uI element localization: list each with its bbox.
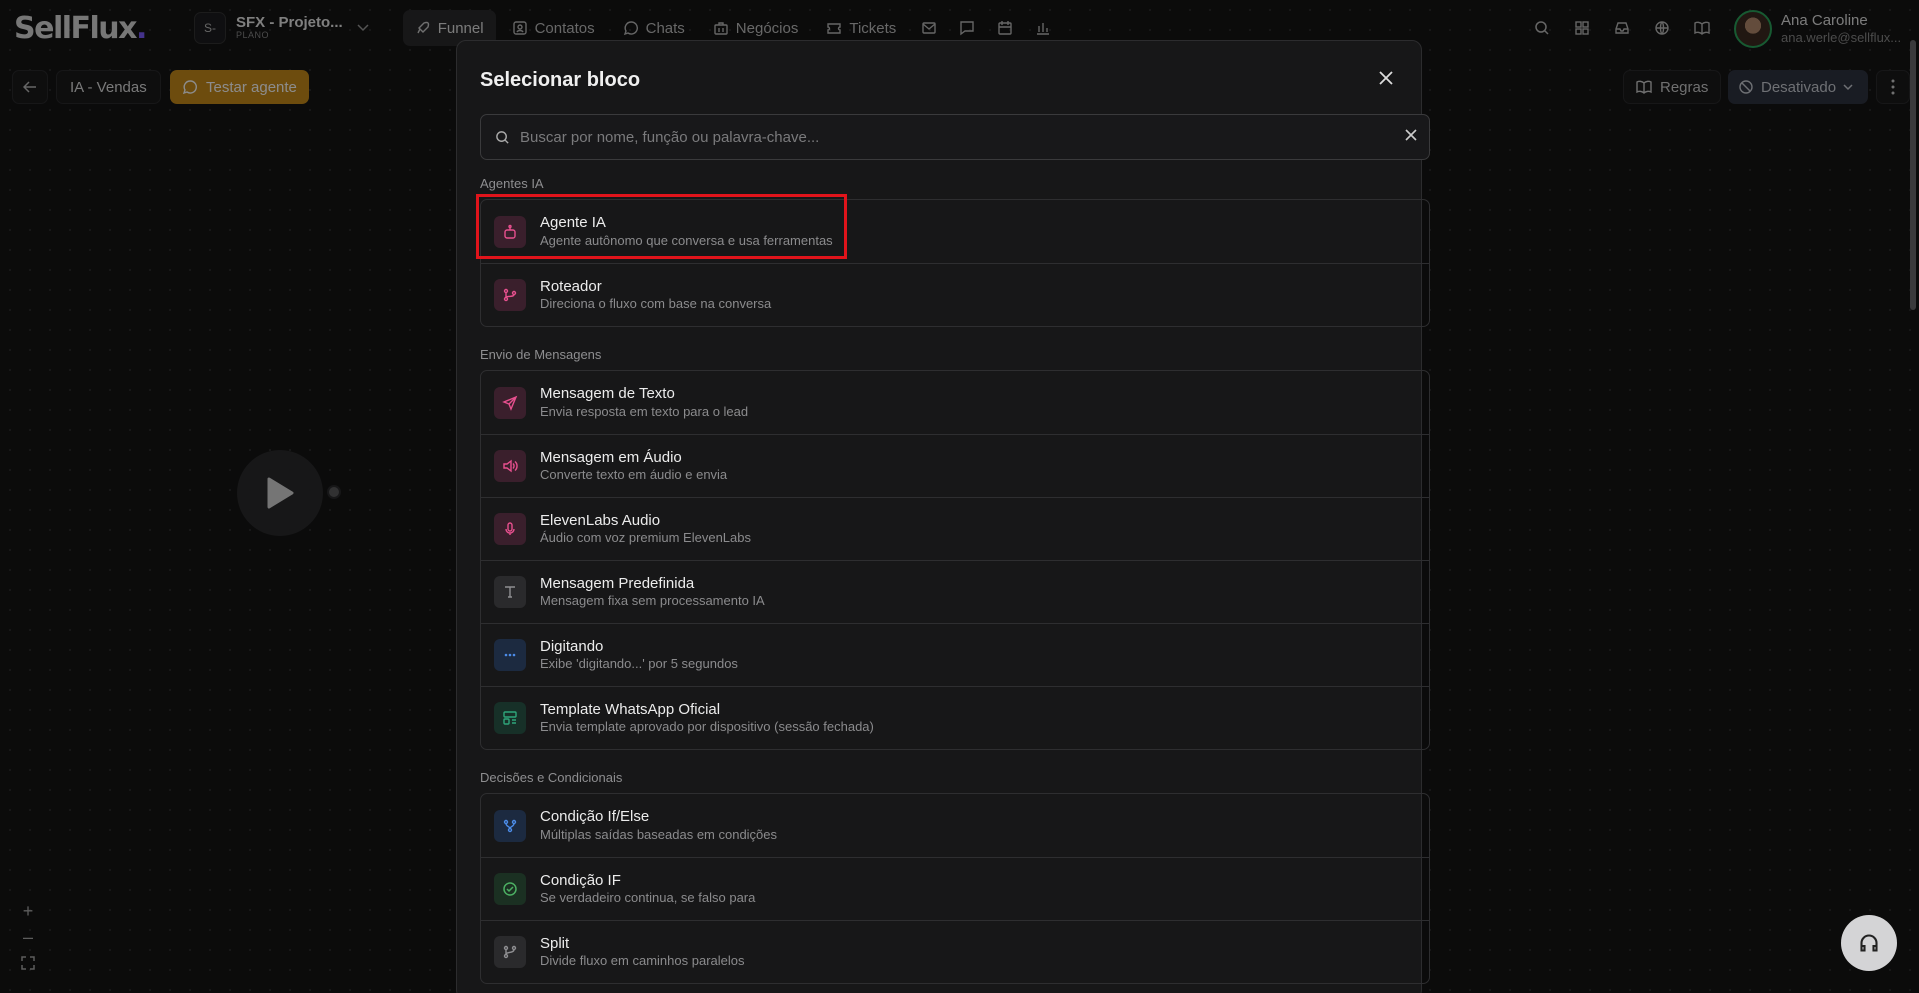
block-roteador[interactable]: Roteador Direciona o fluxo com base na c… xyxy=(481,263,1429,326)
block-desc: Direciona o fluxo com base na conversa xyxy=(540,296,772,312)
section-label-agentes: Agentes IA xyxy=(480,176,544,191)
block-desc: Divide fluxo em caminhos paralelos xyxy=(540,953,745,969)
section-label-decisoes: Decisões e Condicionais xyxy=(480,770,623,785)
block-mensagem-audio[interactable]: Mensagem em Áudio Converte texto em áudi… xyxy=(481,434,1429,497)
modal-title: Selecionar bloco xyxy=(480,69,641,91)
block-title: Digitando xyxy=(540,637,604,655)
section-label-mensagens: Envio de Mensagens xyxy=(480,347,602,362)
search-icon xyxy=(496,130,509,144)
block-desc: Exibe 'digitando...' por 5 segundos xyxy=(540,656,738,672)
send-icon xyxy=(494,386,526,419)
template-icon xyxy=(494,702,526,734)
dots-icon xyxy=(494,639,526,671)
page-scrollbar[interactable] xyxy=(1910,40,1916,310)
block-split[interactable]: Split Divide fluxo em caminhos paralelos xyxy=(481,920,1429,983)
block-desc: Múltiplas saídas baseadas em condições xyxy=(540,826,778,842)
text-icon xyxy=(494,576,526,608)
block-desc: Mensagem fixa sem processamento IA xyxy=(540,593,765,609)
block-title: Split xyxy=(540,934,570,952)
search-input[interactable] xyxy=(520,128,1380,146)
block-mensagem-predefinida[interactable]: Mensagem Predefinida Mensagem fixa sem p… xyxy=(481,560,1429,623)
block-search xyxy=(480,114,1430,160)
headset-icon xyxy=(1860,934,1878,952)
block-elevenlabs-audio[interactable]: ElevenLabs Audio Áudio com voz premium E… xyxy=(481,497,1429,560)
block-mensagem-texto[interactable]: Mensagem de Texto Envia resposta em text… xyxy=(481,371,1429,434)
block-title: Roteador xyxy=(540,277,602,295)
close-button[interactable] xyxy=(1373,65,1399,91)
block-condicao-if-else[interactable]: Condição If/Else Múltiplas saídas basead… xyxy=(481,794,1429,857)
block-title: ElevenLabs Audio xyxy=(540,511,661,529)
support-button[interactable] xyxy=(1841,915,1897,971)
block-desc: Se verdadeiro continua, se falso para xyxy=(540,890,756,906)
block-title: Template WhatsApp Oficial xyxy=(540,700,721,718)
section-decisoes: Condição If/Else Múltiplas saídas basead… xyxy=(480,793,1430,984)
block-desc: Áudio com voz premium ElevenLabs xyxy=(540,530,751,546)
speaker-icon xyxy=(494,450,526,482)
block-title: Condição If/Else xyxy=(540,808,650,825)
split-icon xyxy=(494,936,526,968)
route-icon xyxy=(494,279,526,311)
selection-highlight xyxy=(476,194,847,259)
block-desc: Envia resposta em texto para o lead xyxy=(540,403,749,419)
block-title: Condição IF xyxy=(540,871,621,889)
check-circle-icon xyxy=(494,873,526,905)
select-block-modal: Selecionar bloco Agentes IA Agente IA Ag… xyxy=(456,40,1430,993)
block-desc: Converte texto em áudio e envia xyxy=(540,467,728,483)
microphone-icon xyxy=(494,513,526,545)
block-desc: Envia template aprovado por dispositivo … xyxy=(540,719,874,735)
section-mensagens: Mensagem de Texto Envia resposta em text… xyxy=(480,370,1430,750)
close-icon xyxy=(1379,71,1393,85)
block-title: Mensagem Predefinida xyxy=(540,574,695,592)
block-title: Mensagem em Áudio xyxy=(540,448,682,466)
block-digitando[interactable]: Digitando Exibe 'digitando...' por 5 seg… xyxy=(481,623,1429,686)
branch-icon xyxy=(494,809,526,842)
block-template-whatsapp[interactable]: Template WhatsApp Oficial Envia template… xyxy=(481,686,1429,749)
block-condicao-if[interactable]: Condição IF Se verdadeiro continua, se f… xyxy=(481,857,1429,920)
clear-search-icon[interactable] xyxy=(1405,128,1417,144)
block-title: Mensagem de Texto xyxy=(540,385,675,402)
